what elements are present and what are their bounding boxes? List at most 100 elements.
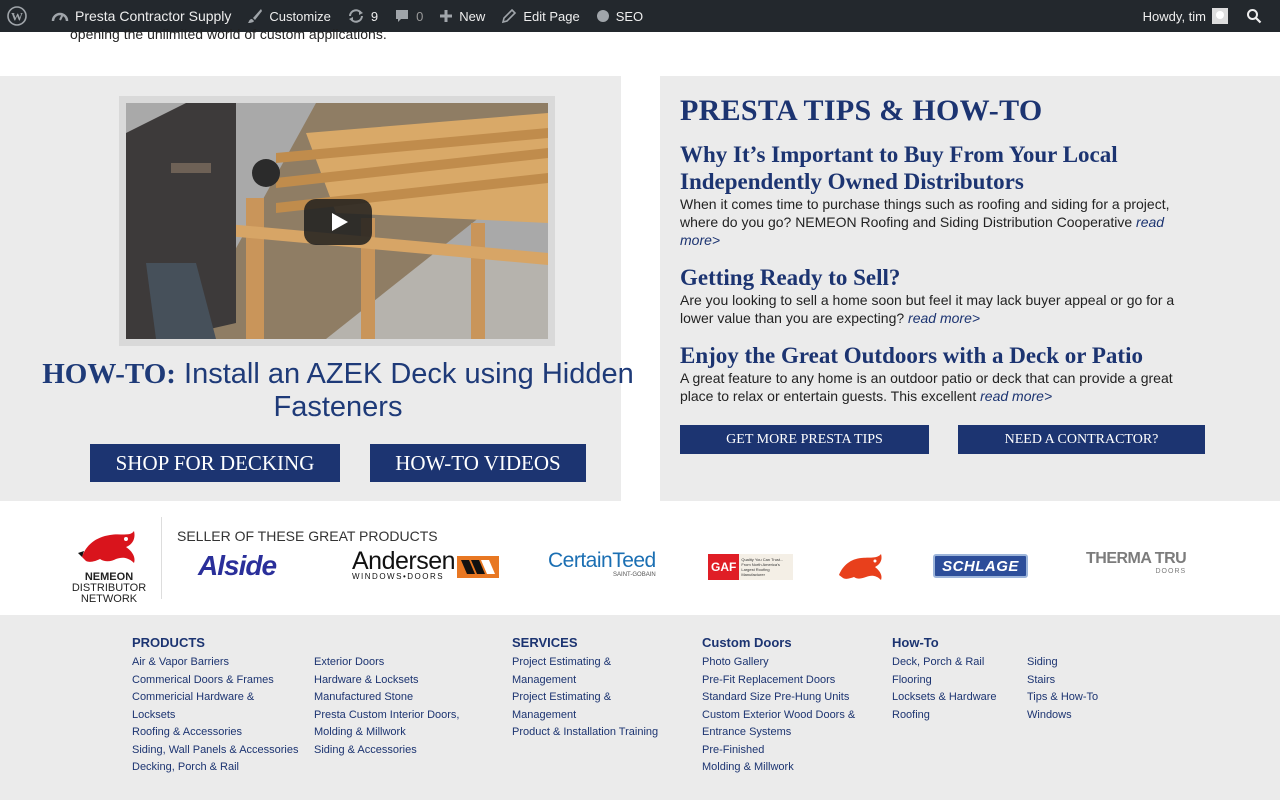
play-button[interactable] bbox=[304, 199, 372, 245]
shop-for-decking-button[interactable]: SHOP FOR DECKING bbox=[90, 444, 340, 482]
admin-new[interactable]: New bbox=[431, 0, 493, 32]
schlage-logo[interactable]: SCHLAGE bbox=[933, 554, 1028, 578]
tip-body: A great feature to any home is an outdoo… bbox=[680, 369, 1180, 405]
footer-link[interactable]: Pre-Fit Replacement Doors bbox=[702, 672, 872, 690]
footer-heading[interactable]: Custom Doors bbox=[702, 635, 872, 650]
tips-panel: PRESTA TIPS & HOW-TO Why It’s Important … bbox=[660, 76, 1280, 501]
video-frame bbox=[119, 96, 555, 346]
need-contractor-button[interactable]: NEED A CONTRACTOR? bbox=[958, 425, 1205, 454]
footer-link[interactable]: Management bbox=[512, 707, 672, 725]
admin-account[interactable]: Howdy, tim bbox=[1135, 0, 1236, 32]
footer-products-column: PRODUCTS Air & Vapor Barriers Commerical … bbox=[132, 635, 307, 777]
video-player[interactable] bbox=[126, 103, 548, 339]
seller-label: SELLER OF THESE GREAT PRODUCTS bbox=[177, 528, 438, 544]
footer-link[interactable]: Hardware & Locksets bbox=[314, 672, 474, 690]
footer-link[interactable]: Locksets bbox=[132, 707, 307, 725]
footer-link[interactable]: Tips & How-To bbox=[1027, 689, 1127, 707]
gaf-logo[interactable]: GAF Quality You Can Trust... From North … bbox=[708, 554, 793, 580]
nemeon-sub: NETWORK bbox=[80, 593, 138, 605]
footer-link[interactable]: Molding & Millwork bbox=[702, 759, 872, 777]
footer-link[interactable]: Siding & Accessories bbox=[314, 742, 474, 760]
footer-link[interactable]: Product & Installation Training bbox=[512, 724, 672, 742]
andersen-mark-icon bbox=[457, 556, 500, 578]
footer-link[interactable]: Commerical Doors & Frames bbox=[132, 672, 307, 690]
footer-link[interactable]: Decking, Porch & Rail bbox=[132, 759, 307, 777]
footer-link[interactable]: Siding, Wall Panels & Accessories bbox=[132, 742, 307, 760]
footer-link[interactable]: Roofing & Accessories bbox=[132, 724, 307, 742]
get-more-tips-button[interactable]: GET MORE PRESTA TIPS bbox=[680, 425, 929, 454]
andersen-logo[interactable]: Andersen WINDOWS•DOORS bbox=[352, 547, 500, 582]
lion-icon bbox=[839, 554, 882, 580]
feature-title[interactable]: HOW-TO: Install an AZEK Deck using Hidde… bbox=[40, 358, 636, 424]
comments-count: 0 bbox=[416, 8, 424, 24]
footer-link[interactable]: Presta Custom Interior Doors, bbox=[314, 707, 474, 725]
certainteed-sub: SAINT-GOBAIN bbox=[613, 572, 656, 578]
tip-body: Are you looking to sell a home soon but … bbox=[680, 291, 1180, 327]
footer-link[interactable]: Molding & Millwork bbox=[314, 724, 474, 742]
seo-label: SEO bbox=[615, 8, 644, 24]
footer-link[interactable]: Management bbox=[512, 672, 672, 690]
footer-heading[interactable]: SERVICES bbox=[512, 635, 672, 650]
footer-link[interactable]: Photo Gallery bbox=[702, 654, 872, 672]
edit-page-label: Edit Page bbox=[523, 8, 580, 24]
footer-link[interactable]: Air & Vapor Barriers bbox=[132, 654, 307, 672]
andersen-name: Andersen bbox=[352, 547, 456, 575]
intro-text: opening the unlimited world of custom ap… bbox=[70, 26, 387, 42]
footer-link[interactable]: Project Estimating & bbox=[512, 689, 672, 707]
admin-search[interactable] bbox=[1236, 0, 1280, 32]
footer-link[interactable]: Roofing bbox=[892, 707, 1017, 725]
footer-link[interactable]: Custom Exterior Wood Doors & bbox=[702, 707, 872, 725]
footer-howto-column-2: Siding Stairs Tips & How-To Windows bbox=[1027, 654, 1127, 724]
tips-heading: PRESTA TIPS & HOW-TO bbox=[680, 94, 1043, 127]
footer-link[interactable]: Windows bbox=[1027, 707, 1127, 725]
gaf-tagline: Quality You Can Trust... From North Amer… bbox=[741, 557, 784, 577]
footer-link[interactable]: Siding bbox=[1027, 654, 1127, 672]
pencil-icon bbox=[502, 8, 517, 24]
andersen-sub: WINDOWS•DOORS bbox=[352, 572, 445, 581]
footer-heading[interactable]: How-To bbox=[892, 635, 1017, 650]
footer-link[interactable]: Locksets & Hardware bbox=[892, 689, 1017, 707]
read-more-link[interactable]: read more> bbox=[908, 310, 980, 326]
footer-link[interactable]: Exterior Doors bbox=[314, 654, 474, 672]
read-more-link[interactable]: read more> bbox=[980, 388, 1052, 404]
admin-edit-page[interactable]: Edit Page bbox=[493, 0, 587, 32]
tip-text: When it comes time to purchase things su… bbox=[680, 196, 1170, 230]
footer-link[interactable]: Entrance Systems bbox=[702, 724, 872, 742]
feature-panel: HOW-TO: Install an AZEK Deck using Hidde… bbox=[0, 76, 634, 501]
footer-link[interactable]: Flooring bbox=[892, 672, 1017, 690]
tip-title[interactable]: Why It’s Important to Buy From Your Loca… bbox=[680, 141, 1180, 195]
svg-text:W: W bbox=[11, 10, 23, 24]
footer-custom-doors-column: Custom Doors Photo Gallery Pre-Fit Replac… bbox=[702, 635, 872, 777]
thermatru-logo[interactable]: THERMA TRU DOORS bbox=[1086, 550, 1187, 582]
plus-icon bbox=[440, 10, 453, 22]
tip-item: Enjoy the Great Outdoors with a Deck or … bbox=[680, 342, 1180, 405]
tip-item: Why It’s Important to Buy From Your Loca… bbox=[680, 141, 1180, 249]
footer-services-column: SERVICES Project Estimating & Management P… bbox=[512, 635, 672, 742]
admin-seo[interactable]: SEO bbox=[588, 0, 651, 32]
footer-link[interactable]: Project Estimating & bbox=[512, 654, 672, 672]
how-to-videos-button[interactable]: HOW-TO VIDEOS bbox=[370, 444, 586, 482]
certainteed-logo[interactable]: CertainTeed SAINT-GOBAIN bbox=[548, 550, 656, 582]
footer-link[interactable]: Commericial Hardware & bbox=[132, 689, 307, 707]
footer-link[interactable]: Stairs bbox=[1027, 672, 1127, 690]
tip-title[interactable]: Getting Ready to Sell? bbox=[680, 264, 1180, 291]
alside-logo[interactable]: Alside bbox=[198, 550, 277, 582]
wordpress-logo-icon[interactable]: W bbox=[0, 0, 43, 32]
footer-link[interactable]: Manufactured Stone bbox=[314, 689, 474, 707]
certainteed-name: CertainTeed bbox=[548, 549, 656, 572]
footer-heading[interactable]: PRODUCTS bbox=[132, 635, 307, 650]
nemeon-lion-logo[interactable] bbox=[835, 550, 887, 582]
nemeon-logo[interactable]: NEMEON DISTRIBUTOR NETWORK bbox=[70, 527, 148, 605]
admin-comments[interactable]: 0 bbox=[386, 0, 431, 32]
footer-link[interactable]: Pre-Finished bbox=[702, 742, 872, 760]
play-icon bbox=[332, 213, 348, 231]
avatar bbox=[1212, 8, 1228, 24]
nemeon-lion-icon bbox=[78, 531, 135, 563]
tip-body: When it comes time to purchase things su… bbox=[680, 195, 1180, 249]
tip-title[interactable]: Enjoy the Great Outdoors with a Deck or … bbox=[680, 342, 1180, 369]
footer-link[interactable]: Standard Size Pre-Hung Units bbox=[702, 689, 872, 707]
thermatru-name: THERMA TRU bbox=[1086, 550, 1187, 567]
footer-link[interactable]: Deck, Porch & Rail bbox=[892, 654, 1017, 672]
feature-title-prefix: HOW-TO: bbox=[42, 358, 176, 390]
updates-icon bbox=[348, 9, 363, 23]
